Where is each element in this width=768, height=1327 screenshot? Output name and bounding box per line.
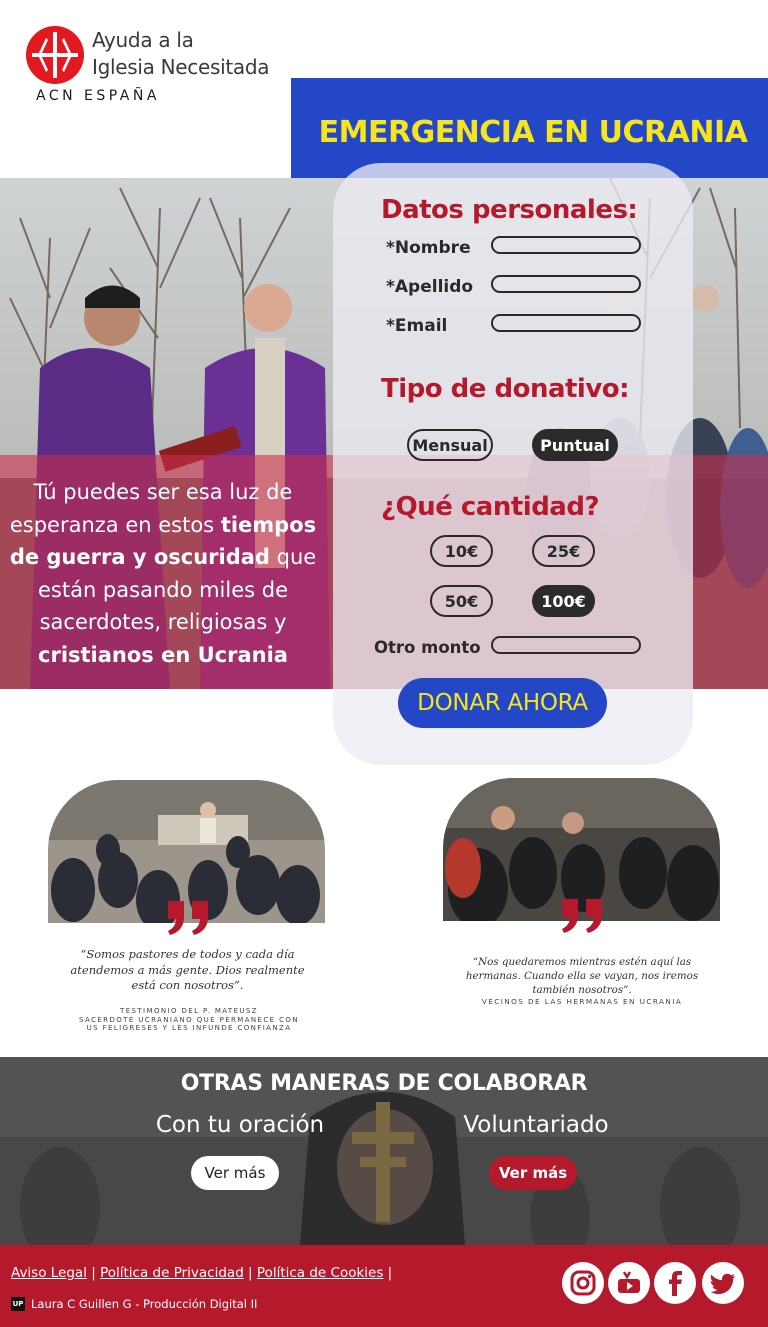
logo-subtitle: ACN ESPAÑA: [36, 88, 160, 104]
facebook-icon: [669, 1271, 682, 1296]
hero-message: Tú puedes ser esa luz de esperanza en es…: [8, 476, 318, 671]
testimonial-source-line: sacerdote ucraniano que permanece con: [79, 1015, 299, 1024]
instagram-icon: [570, 1270, 596, 1296]
banner-title: EMERGENCIA EN UCRANIA: [318, 115, 748, 150]
personal-data-heading: Datos personales:: [381, 195, 638, 225]
twitter-link[interactable]: [702, 1262, 744, 1304]
up-badge-icon: UP: [11, 1297, 25, 1311]
other-amount-field[interactable]: [491, 636, 641, 654]
last-name-label: *Apellido: [386, 277, 474, 297]
legal-notice-link[interactable]: Aviso Legal: [11, 1265, 87, 1281]
other-ways-heading: OTRAS MANERAS DE COLABORAR: [180, 1071, 588, 1096]
amount-heading: ¿Qué cantidad?: [381, 492, 600, 522]
facebook-link[interactable]: [654, 1262, 696, 1304]
last-name-field[interactable]: [491, 275, 641, 293]
hero-text-emphasis: cristianos en Ucrania: [38, 642, 288, 667]
testimonial-source-line: Testimonio del P. Mateusz: [120, 1007, 258, 1015]
credit-text: Laura C Guillen G - Producción Digital I…: [31, 1297, 258, 1311]
youtube-link[interactable]: [608, 1262, 650, 1304]
volunteering-see-more-button[interactable]: Ver más: [489, 1156, 577, 1190]
youtube-icon: [618, 1271, 640, 1293]
other-amount-label: Otro monto: [374, 638, 481, 657]
acn-logo[interactable]: Ayuda a la Iglesia Necesitada ACN ESPAÑA: [26, 26, 286, 108]
quote-mark-icon: [168, 901, 208, 935]
amount-100-option[interactable]: 100€: [532, 585, 595, 617]
prayer-title: Con tu oración: [155, 1112, 325, 1138]
first-name-label: *Nombre: [386, 238, 471, 258]
logo-title-line1: Ayuda a la: [92, 28, 194, 52]
amount-10-option[interactable]: 10€: [430, 535, 493, 567]
monthly-donation-option[interactable]: Mensual: [407, 429, 493, 461]
instagram-link[interactable]: [562, 1262, 604, 1304]
testimonial-source: Vecinos de las hermanas en Ucrania: [481, 997, 683, 1006]
quote-mark-icon: [562, 899, 602, 933]
donation-type-heading: Tipo de donativo:: [381, 374, 630, 404]
acn-cross-logo-icon: [26, 26, 84, 84]
email-field[interactable]: [491, 314, 641, 332]
footer: [0, 1245, 768, 1327]
volunteering-title: Voluntariado: [463, 1112, 609, 1138]
testimonial-quote: “Nos quedaremos mientras estén aquí las …: [465, 956, 699, 996]
amount-50-option[interactable]: 50€: [430, 585, 493, 617]
amount-25-option[interactable]: 25€: [532, 535, 595, 567]
testimonial-quote: “Somos pastores de todos y cada día aten…: [70, 947, 305, 992]
footer-legal-links: Aviso Legal | Política de Privacidad | P…: [11, 1265, 393, 1281]
twitter-icon: [710, 1273, 735, 1295]
logo-title-line2: Iglesia Necesitada: [92, 55, 270, 79]
first-name-field[interactable]: [491, 236, 641, 254]
prayer-see-more-button[interactable]: Ver más: [191, 1156, 279, 1190]
cookie-policy-link[interactable]: Política de Cookies: [257, 1265, 383, 1281]
testimonial-source-line: us feligreses y les infunde confianza: [86, 1024, 292, 1032]
donate-now-button[interactable]: DONAR AHORA: [398, 678, 607, 728]
testimonial-source: Testimonio del P. Mateusz sacerdote ucra…: [60, 1007, 318, 1033]
privacy-policy-link[interactable]: Política de Privacidad: [100, 1265, 244, 1281]
footer-credit: UP Laura C Guillen G - Producción Digita…: [11, 1297, 257, 1311]
email-label: *Email: [386, 316, 448, 336]
one-time-donation-option[interactable]: Puntual: [532, 429, 618, 461]
